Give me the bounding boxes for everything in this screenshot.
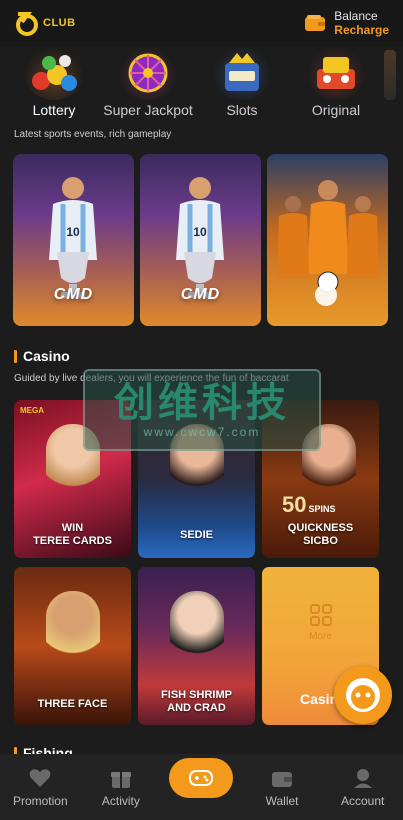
category-label: Original xyxy=(311,102,361,118)
sports-subtitle: Latest sports events, rich gameplay xyxy=(14,129,172,140)
original-games-icon xyxy=(306,46,366,100)
category-original[interactable]: Original xyxy=(290,46,382,126)
category-partial[interactable] xyxy=(384,50,396,100)
casino-card-fish-shrimp-crab[interactable]: FISH SHRIMP AND CRAD xyxy=(138,567,255,725)
casino-card-label: THREE FACE xyxy=(37,698,108,710)
balance-recharge[interactable]: Balance Recharge xyxy=(304,9,389,37)
watermark: 创维科技 www.cwcw7.com xyxy=(83,369,321,451)
category-lottery[interactable]: Lottery xyxy=(8,46,100,126)
category-label: Super Jackpot xyxy=(103,102,193,118)
casino-card-label: WIN TEREE CARDS xyxy=(33,522,112,547)
wallet-icon xyxy=(272,772,293,787)
spins-promo: 50 SPINS xyxy=(282,492,336,518)
sports-card-cmd[interactable]: 10 CMD xyxy=(140,154,261,326)
gamepad-icon xyxy=(189,770,214,786)
recharge-link[interactable]: Recharge xyxy=(334,23,389,37)
category-label: Lottery xyxy=(32,102,76,118)
nav-label: Activity xyxy=(101,794,140,808)
casino-card-label: FISH SHRIMP AND CRAD xyxy=(161,689,232,714)
nav-games[interactable] xyxy=(166,758,236,808)
nav-promotion[interactable]: Promotion xyxy=(5,767,75,808)
games-button[interactable] xyxy=(169,758,234,798)
casino-card-label: SEDIE xyxy=(179,529,213,541)
slot-machine-icon xyxy=(212,46,272,100)
nav-label: Account xyxy=(340,794,385,808)
section-title-text: Casino xyxy=(23,348,70,364)
card-brand: CMD xyxy=(53,286,94,303)
more-button[interactable]: More xyxy=(262,603,379,642)
bottom-navigation: Promotion Activity Wallet Account xyxy=(0,754,403,820)
dealer-image xyxy=(46,591,100,671)
watermark-url: www.cwcw7.com xyxy=(143,425,261,439)
casino-section-title: Casino xyxy=(14,348,70,364)
category-super-jackpot[interactable]: Super Jackpot xyxy=(102,46,194,126)
sports-card-team[interactable] xyxy=(267,154,388,326)
logo-text: CLUB xyxy=(43,17,76,29)
nav-label: Promotion xyxy=(12,794,68,808)
more-label: More xyxy=(309,631,332,642)
wallet-icon xyxy=(305,15,326,31)
spins-unit: SPINS xyxy=(308,504,336,514)
watermark-text: 创维科技 xyxy=(114,381,290,425)
nav-activity[interactable]: Activity xyxy=(86,767,156,808)
lottery-balls-icon xyxy=(24,46,84,100)
nav-account[interactable]: Account xyxy=(328,767,398,808)
team-players-image xyxy=(277,180,379,293)
casino-card-three-face[interactable]: THREE FACE xyxy=(14,567,131,725)
sports-card-cmd[interactable]: 10 CMD xyxy=(13,154,134,326)
floating-assistant-button[interactable] xyxy=(334,666,392,724)
category-slots[interactable]: Slots xyxy=(196,46,288,126)
svg-text:10: 10 xyxy=(193,225,207,239)
sports-cards: 10 CMD 10 CMD xyxy=(13,154,388,326)
top-header: CLUB Balance Recharge xyxy=(0,0,403,46)
section-accent-bar xyxy=(14,349,17,363)
card-top-tag: MEGA xyxy=(20,406,44,415)
assistant-face-icon xyxy=(346,678,380,712)
nav-wallet[interactable]: Wallet xyxy=(247,767,317,808)
sport-badge-icon xyxy=(315,284,337,306)
gift-icon xyxy=(110,772,131,788)
jackpot-wheel-icon xyxy=(118,46,178,100)
account-icon xyxy=(353,769,372,788)
promotion-icon xyxy=(30,769,51,787)
dealer-image xyxy=(170,591,224,671)
nav-label: Wallet xyxy=(265,794,299,808)
casino-card-label: QUICKNESS SICBO xyxy=(287,522,354,547)
category-label: Slots xyxy=(226,102,258,118)
svg-text:10: 10 xyxy=(66,225,80,239)
category-row: Lottery Super Jackpot Slots Original xyxy=(0,46,403,126)
balance-label: Balance xyxy=(334,9,378,23)
card-brand: CMD xyxy=(180,286,221,303)
spins-number: 50 xyxy=(282,492,307,517)
logo[interactable]: CLUB xyxy=(14,10,76,36)
grid-icon xyxy=(309,604,332,626)
logo-mark-icon xyxy=(16,12,38,36)
